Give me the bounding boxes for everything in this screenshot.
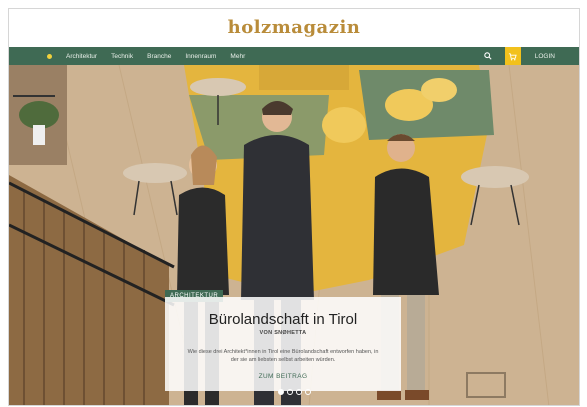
nav-item-technik[interactable]: Technik (111, 53, 133, 60)
page-frame: holzmagazin Architektur Technik Branche … (8, 8, 580, 406)
carousel-dots (278, 389, 311, 395)
hero-title[interactable]: Bürolandschaft in Tirol (165, 311, 401, 328)
carousel-dot-1[interactable] (278, 389, 284, 395)
logo-bar: holzmagazin (9, 9, 579, 47)
login-link[interactable]: LOGIN (535, 53, 555, 60)
hero-text: Wie diese drei Architekt*innen in Tirol … (187, 349, 379, 363)
carousel-dot-4[interactable] (305, 389, 311, 395)
carousel-dot-3[interactable] (296, 389, 302, 395)
read-more-link[interactable]: ZUM BEITRAG (165, 373, 401, 380)
nav-dot-icon (47, 53, 52, 59)
cart-icon (509, 52, 517, 60)
cart-button[interactable] (504, 47, 521, 65)
hero-subtitle: VON SNØHETTA (259, 330, 307, 336)
hero-image[interactable]: ARCHITEKTUR Bürolandschaft in Tirol VON … (9, 65, 579, 405)
carousel-dot-2[interactable] (287, 389, 293, 395)
nav-right: LOGIN (479, 47, 579, 65)
nav-item-architektur[interactable]: Architektur (66, 53, 97, 60)
site-logo[interactable]: holzmagazin (228, 17, 361, 38)
search-icon[interactable] (479, 47, 497, 65)
nav-item-mehr[interactable]: Mehr (230, 53, 245, 60)
nav-item-branche[interactable]: Branche (147, 53, 171, 60)
nav-item-innenraum[interactable]: Innenraum (185, 53, 216, 60)
main-nav: Architektur Technik Branche Innenraum Me… (9, 47, 579, 65)
hero-card: Bürolandschaft in Tirol VON SNØHETTA Wie… (165, 297, 401, 391)
